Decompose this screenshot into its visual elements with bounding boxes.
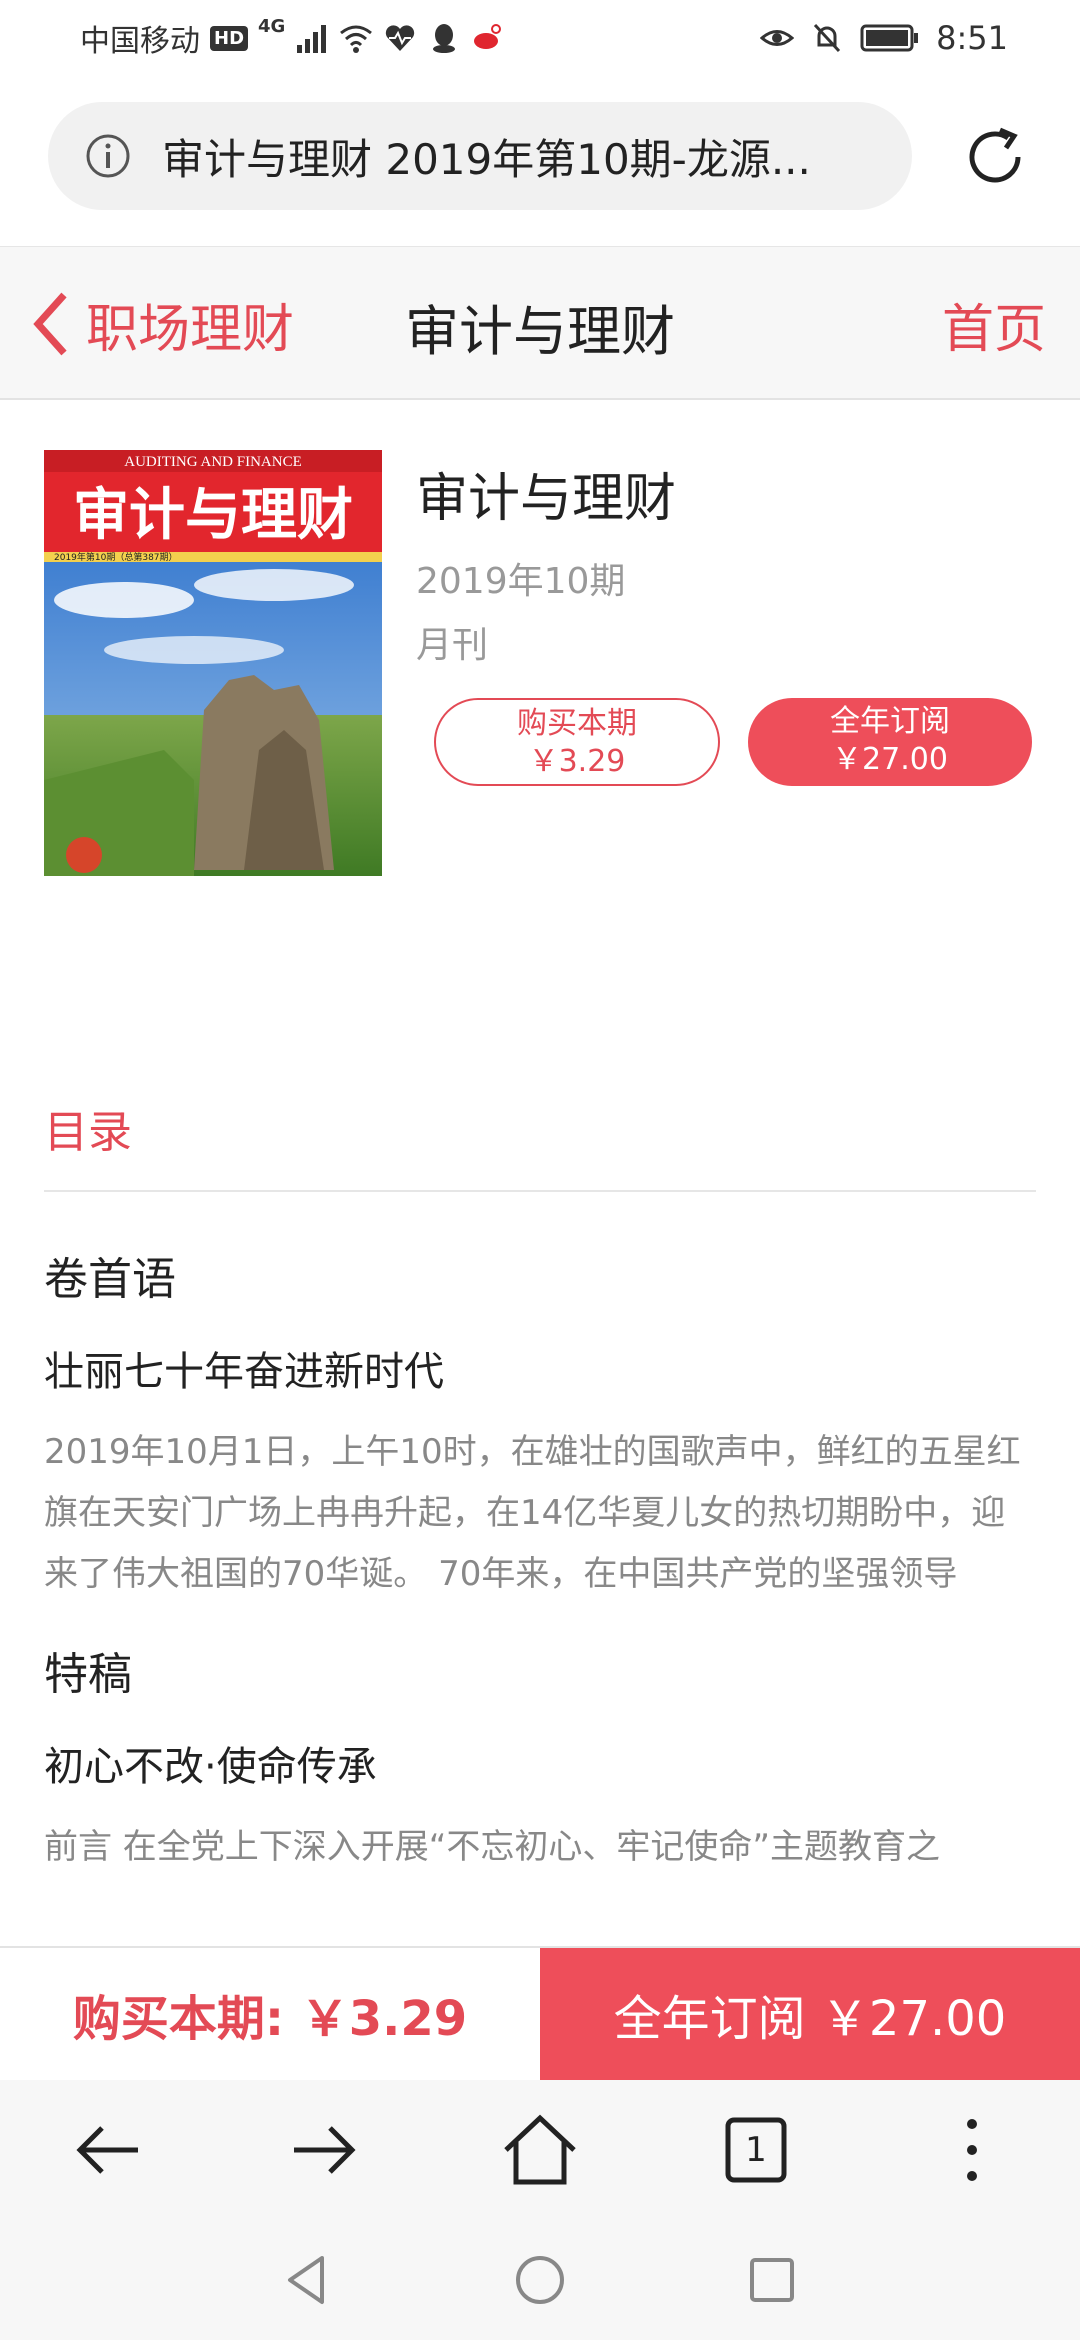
toc-article-summary[interactable]: 前言 在全党上下深入开展“不忘初心、牢记使命”主题教育之 (44, 1817, 1036, 1878)
buy-issue-bar-button[interactable]: 购买本期: ￥3.29 (0, 1948, 540, 2080)
buy-issue-label: 购买本期 (517, 706, 637, 741)
weibo-icon (474, 24, 502, 49)
home-icon (504, 2114, 576, 2185)
status-left: 中国移动 HD 4G (80, 16, 505, 60)
tab-count: 1 (745, 2130, 767, 2170)
status-bar: 中国移动 HD 4G 8:51 (0, 0, 1080, 76)
system-nav-bar (0, 2220, 1080, 2340)
page-header: 职场理财 审计与理财 首页 (0, 246, 1080, 400)
toc-heading: 目录 (44, 1107, 132, 1158)
buy-issue-button[interactable]: 购买本期 ￥3.29 (434, 698, 720, 786)
subscribe-year-bar-button[interactable]: 全年订阅 ￥27.00 (540, 1948, 1080, 2080)
qq-icon (433, 24, 456, 53)
heartbeat-icon (386, 25, 415, 51)
system-back-button[interactable] (278, 2250, 338, 2310)
toc-list: 卷首语 壮丽七十年奋进新时代 2019年10月1日，上午10时，在雄壮的国歌声中… (44, 1250, 1036, 1950)
subscribe-year-price: ￥27.00 (832, 742, 948, 777)
toc-article-summary[interactable]: 2019年10月1日，上午10时，在雄壮的国歌声中，鲜红的五星红旗在天安门广场上… (44, 1422, 1036, 1605)
system-home-button[interactable] (510, 2250, 570, 2310)
eye-icon (760, 30, 795, 46)
network-type: 4G (258, 16, 286, 37)
hd-badge: HD (210, 25, 249, 51)
back-triangle-icon (288, 2256, 324, 2304)
wifi-icon (340, 25, 373, 53)
page-title: 审计与理财 (405, 300, 675, 363)
toc-article-title[interactable]: 初心不改·使命传承 (44, 1741, 1036, 1793)
recents-square-icon (750, 2258, 794, 2302)
back-arrow-icon (76, 2126, 138, 2174)
home-circle-icon (516, 2256, 564, 2304)
battery-icon (860, 24, 919, 52)
browser-tabs-button[interactable]: 1 (716, 2110, 796, 2190)
toc-section-title: 卷首语 (44, 1254, 176, 1305)
cover-masthead-en: AUDITING AND FINANCE (124, 454, 302, 470)
subscribe-year-label: 全年订阅 (830, 704, 950, 739)
carrier-name: 中国移动 (80, 24, 200, 59)
url-text[interactable]: 审计与理财 2019年第10期-龙源... (162, 126, 882, 187)
signal-icon (297, 25, 327, 53)
home-link[interactable]: 首页 (942, 287, 1046, 362)
cover-issue-line: 2019年第10期（总第387期） (54, 551, 178, 563)
browser-home-button[interactable] (500, 2110, 580, 2190)
reload-icon[interactable] (960, 122, 1030, 192)
cover-masthead-cn: 审计与理财 (73, 483, 353, 548)
toc-section-title: 特稿 (44, 1649, 132, 1700)
magazine-issue: 2019年10期 (416, 561, 626, 602)
buy-issue-price: ￥3.29 (528, 744, 626, 779)
magazine-title: 审计与理财 (416, 469, 677, 529)
more-vertical-icon (967, 2119, 977, 2181)
purchase-bar: 购买本期: ￥3.29 全年订阅 ￥27.00 (0, 1946, 1080, 2080)
browser-back-button[interactable] (68, 2110, 148, 2190)
info-icon[interactable] (84, 132, 132, 180)
clock: 8:51 (936, 19, 1008, 57)
browser-forward-button[interactable] (284, 2110, 364, 2190)
status-right: 8:51 (760, 16, 1008, 60)
magazine-frequency: 月刊 (416, 625, 489, 666)
forward-arrow-icon (294, 2126, 356, 2174)
toc-divider (44, 1190, 1036, 1192)
subscribe-year-button[interactable]: 全年订阅 ￥27.00 (748, 698, 1032, 786)
browser-toolbar: 1 (0, 2080, 1080, 2220)
magazine-cover[interactable]: AUDITING AND FINANCE 审计与理财 2019年第10期（总第3… (44, 450, 382, 876)
address-bar[interactable]: 审计与理财 2019年第10期-龙源... (48, 102, 912, 210)
browser-menu-button[interactable] (932, 2110, 1012, 2190)
system-recents-button[interactable] (742, 2250, 802, 2310)
toc-article-title[interactable]: 壮丽七十年奋进新时代 (44, 1346, 1036, 1398)
mute-bell-icon (814, 23, 841, 53)
